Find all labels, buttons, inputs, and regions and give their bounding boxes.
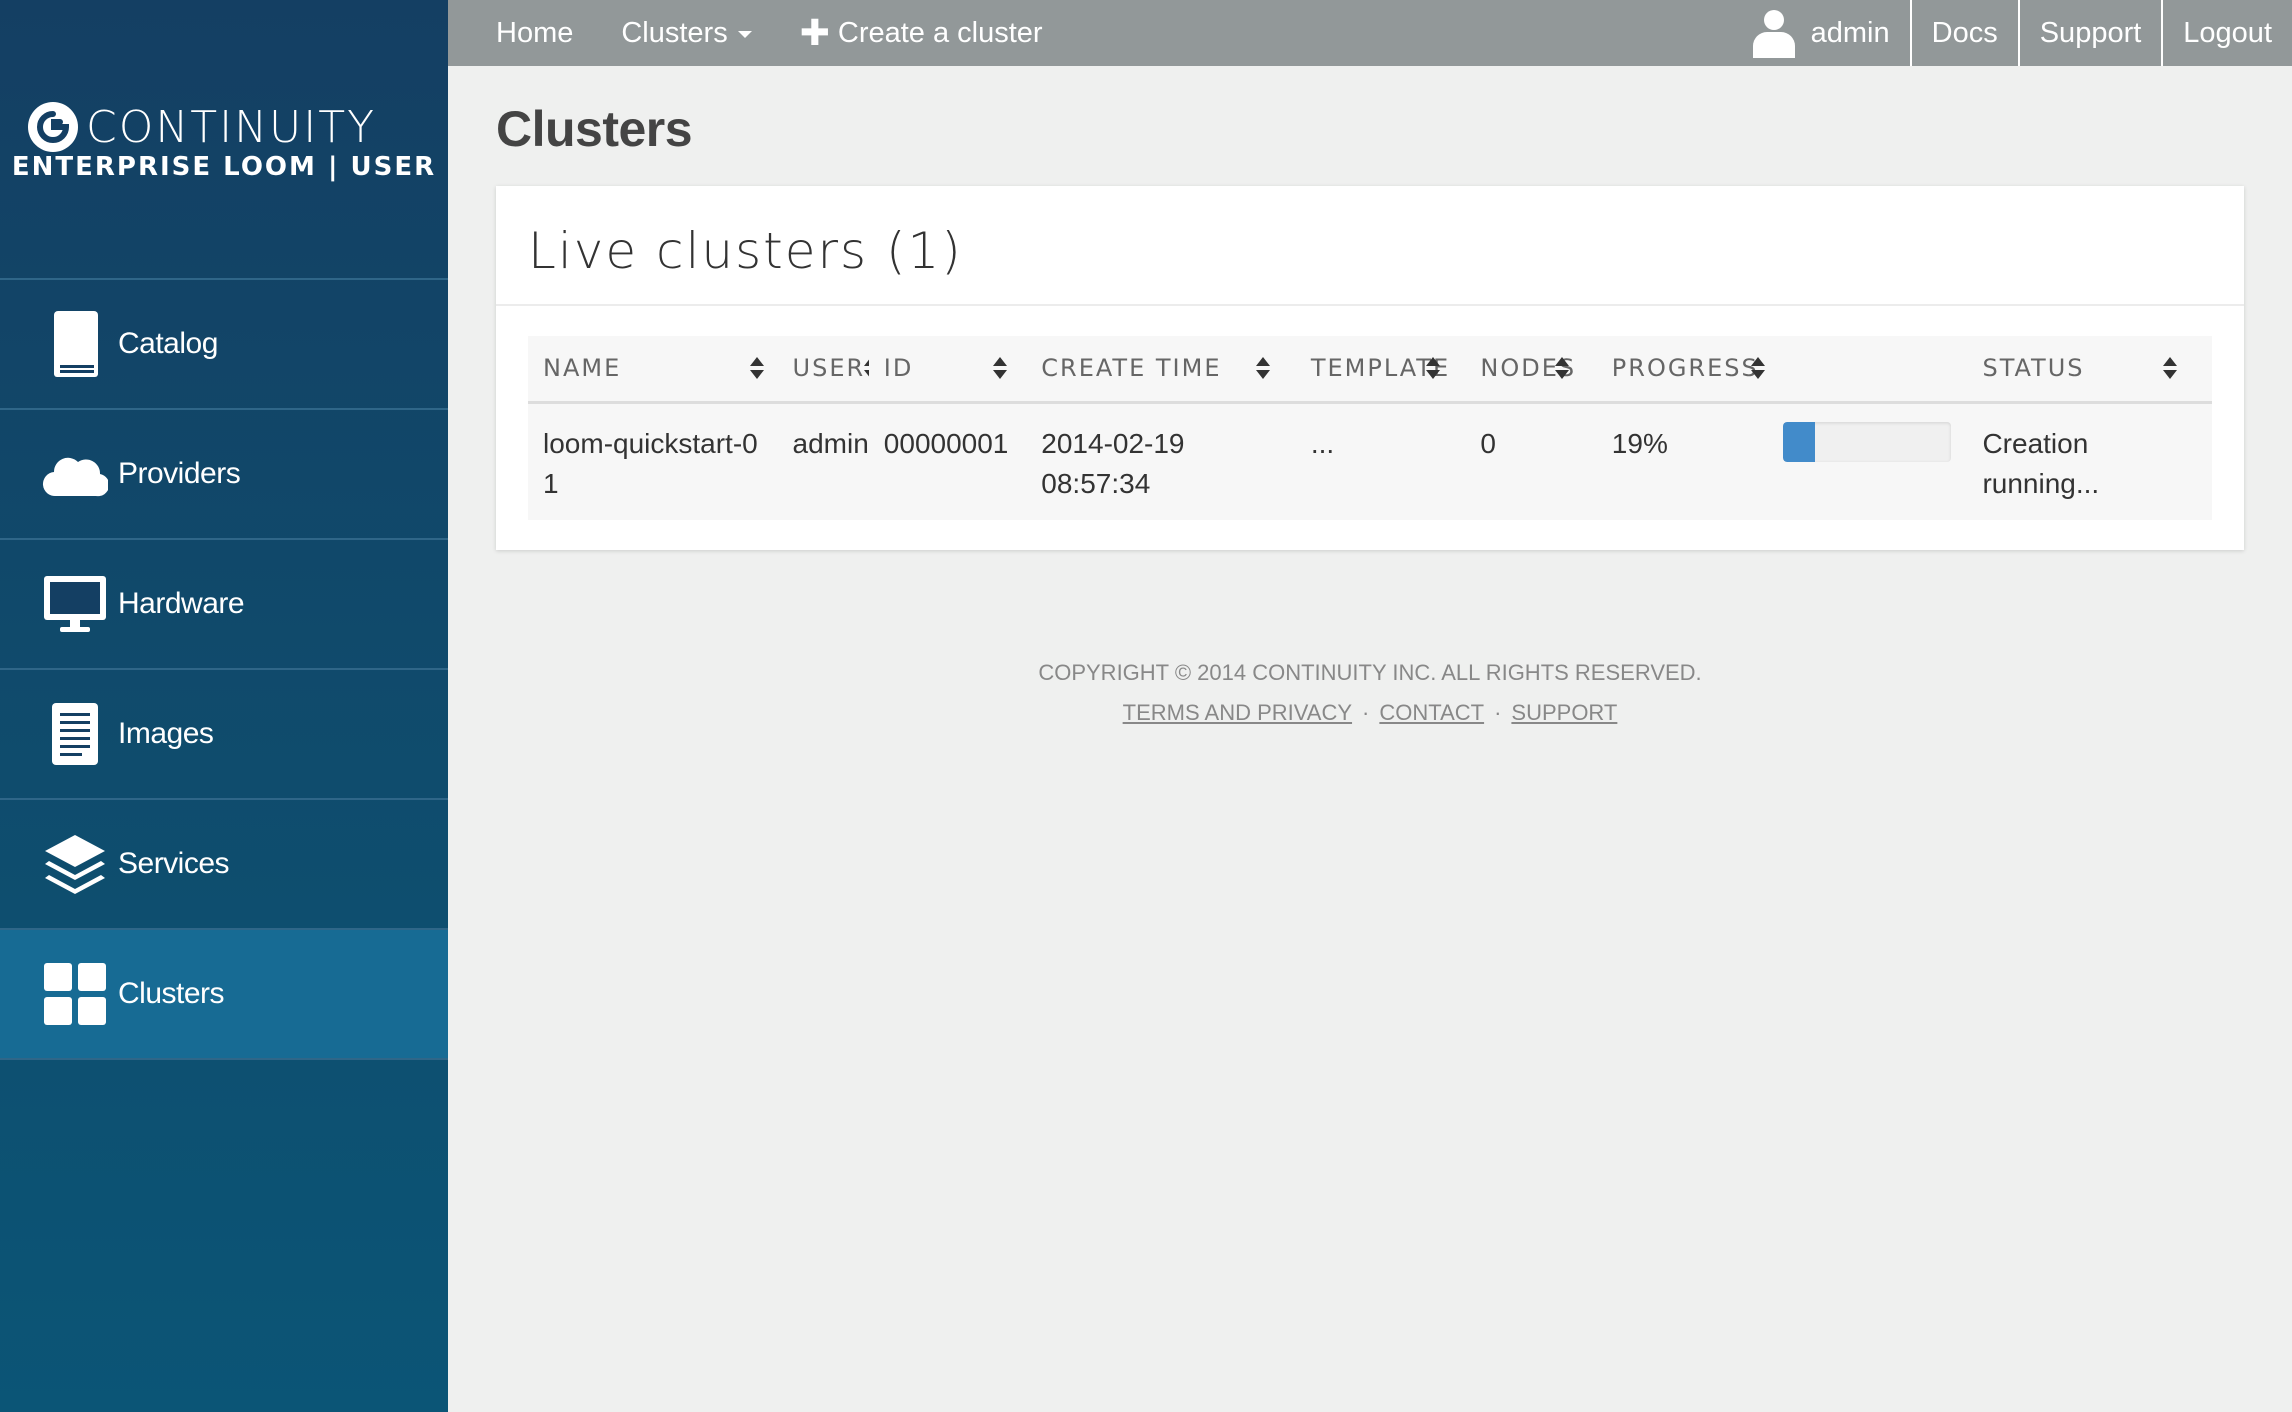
nav-clusters-label: Clusters — [621, 16, 728, 49]
sidebar-item-label: Catalog — [118, 327, 218, 360]
sort-icon — [992, 357, 1007, 380]
layers-icon — [40, 829, 110, 899]
logout-link[interactable]: Logout — [2161, 0, 2292, 66]
clusters-table: NAME USER ID CREATE TIME TEMPLATE NODES … — [528, 336, 2212, 520]
footer-separator: · — [1494, 700, 1502, 725]
cluster-name-cell[interactable]: loom-quickstart-01 — [528, 402, 778, 520]
user-name: admin — [1810, 16, 1890, 49]
cloud-icon — [40, 439, 110, 509]
cluster-user-cell: admin — [777, 402, 869, 520]
user-menu[interactable]: admin — [1731, 0, 1910, 66]
sidebar-item-hardware[interactable]: Hardware — [0, 540, 448, 670]
cluster-template-cell: ... — [1295, 402, 1466, 520]
footer-support-link[interactable]: SUPPORT — [1511, 700, 1617, 725]
sidebar-item-label: Images — [118, 717, 214, 750]
chevron-down-icon — [737, 31, 752, 38]
nav-clusters-dropdown[interactable]: Clusters — [621, 16, 752, 50]
book-icon — [40, 309, 110, 379]
table-row[interactable]: loom-quickstart-01 admin 00000001 2014-0… — [528, 402, 2212, 520]
sidebar-item-label: Providers — [118, 457, 241, 490]
brand-subtitle: ENTERPRISE LOOM | USER — [11, 152, 437, 182]
support-link[interactable]: Support — [2017, 0, 2162, 66]
cluster-nodes-cell: 0 — [1465, 402, 1597, 520]
cluster-progress-bar-cell — [1767, 402, 1968, 520]
grid-icon — [40, 959, 110, 1029]
sidebar-item-label: Services — [118, 847, 230, 880]
column-header-template[interactable]: TEMPLATE — [1295, 336, 1466, 404]
sort-icon — [1750, 357, 1765, 380]
panel-divider — [496, 304, 2244, 306]
cluster-id-cell: 00000001 — [868, 402, 1027, 520]
live-clusters-panel: Live clusters (1) NAME USER ID CREATE TI… — [496, 186, 2244, 550]
column-header-user[interactable]: USER — [777, 336, 878, 404]
monitor-icon — [40, 569, 110, 639]
progress-bar-fill — [1782, 421, 1815, 462]
footer-terms-link[interactable]: TERMS AND PRIVACY — [1123, 700, 1352, 725]
sort-icon — [1425, 357, 1440, 380]
column-header-status[interactable]: STATUS — [1967, 336, 2212, 404]
column-header-name[interactable]: NAME — [528, 336, 778, 404]
cluster-progress-cell: 19% — [1596, 402, 1768, 520]
progress-bar — [1782, 421, 1951, 462]
brand-logo[interactable]: CONTINUITY — [26, 100, 376, 154]
sidebar-item-label: Hardware — [118, 587, 245, 620]
footer-links: TERMS AND PRIVACY · CONTACT · SUPPORT — [448, 700, 2292, 726]
sidebar-item-providers[interactable]: Providers — [0, 410, 448, 540]
document-icon — [40, 699, 110, 769]
sidebar-item-label: Clusters — [118, 977, 225, 1010]
column-header-progress[interactable]: PROGRESS — [1596, 336, 1968, 404]
sidebar: CONTINUITY ENTERPRISE LOOM | USER Catalo… — [0, 0, 448, 1412]
cluster-create-time-cell: 2014-02-19 08:57:34 — [1026, 402, 1296, 520]
page-title: Clusters — [496, 101, 693, 157]
top-navbar: Home Clusters ✚ Create a cluster admin D… — [448, 0, 2292, 66]
sort-icon — [1555, 357, 1570, 380]
column-header-nodes[interactable]: NODES — [1465, 336, 1597, 404]
continuity-logo-icon — [28, 102, 78, 152]
nav-create-cluster-link[interactable]: ✚ Create a cluster — [800, 15, 1043, 51]
footer: COPYRIGHT © 2014 CONTINUITY INC. ALL RIG… — [448, 660, 2292, 726]
column-header-create-time[interactable]: CREATE TIME — [1026, 336, 1296, 404]
cluster-status-cell: Creation running... — [1967, 402, 2212, 520]
sort-icon — [750, 357, 764, 380]
panel-title: Live clusters (1) — [528, 222, 963, 280]
sidebar-nav: Catalog Providers Hardware Images Servic… — [0, 278, 448, 1060]
sidebar-item-catalog[interactable]: Catalog — [0, 280, 448, 410]
docs-link[interactable]: Docs — [1909, 0, 2018, 66]
footer-contact-link[interactable]: CONTACT — [1379, 700, 1484, 725]
sidebar-item-images[interactable]: Images — [0, 670, 448, 800]
brand-name: CONTINUITY — [86, 101, 376, 153]
footer-separator: · — [1362, 700, 1370, 725]
column-header-id[interactable]: ID — [868, 336, 1027, 404]
nav-create-cluster-label: Create a cluster — [837, 16, 1043, 49]
brand: CONTINUITY ENTERPRISE LOOM | USER — [0, 0, 448, 278]
plus-icon: ✚ — [799, 12, 830, 53]
user-icon — [1752, 10, 1795, 58]
nav-home-link[interactable]: Home — [496, 17, 573, 50]
sort-icon — [2163, 357, 2178, 380]
footer-copyright: COPYRIGHT © 2014 CONTINUITY INC. ALL RIG… — [1038, 660, 1702, 685]
sort-icon — [1256, 357, 1271, 380]
sidebar-item-clusters[interactable]: Clusters — [0, 930, 448, 1060]
sidebar-item-services[interactable]: Services — [0, 800, 448, 930]
